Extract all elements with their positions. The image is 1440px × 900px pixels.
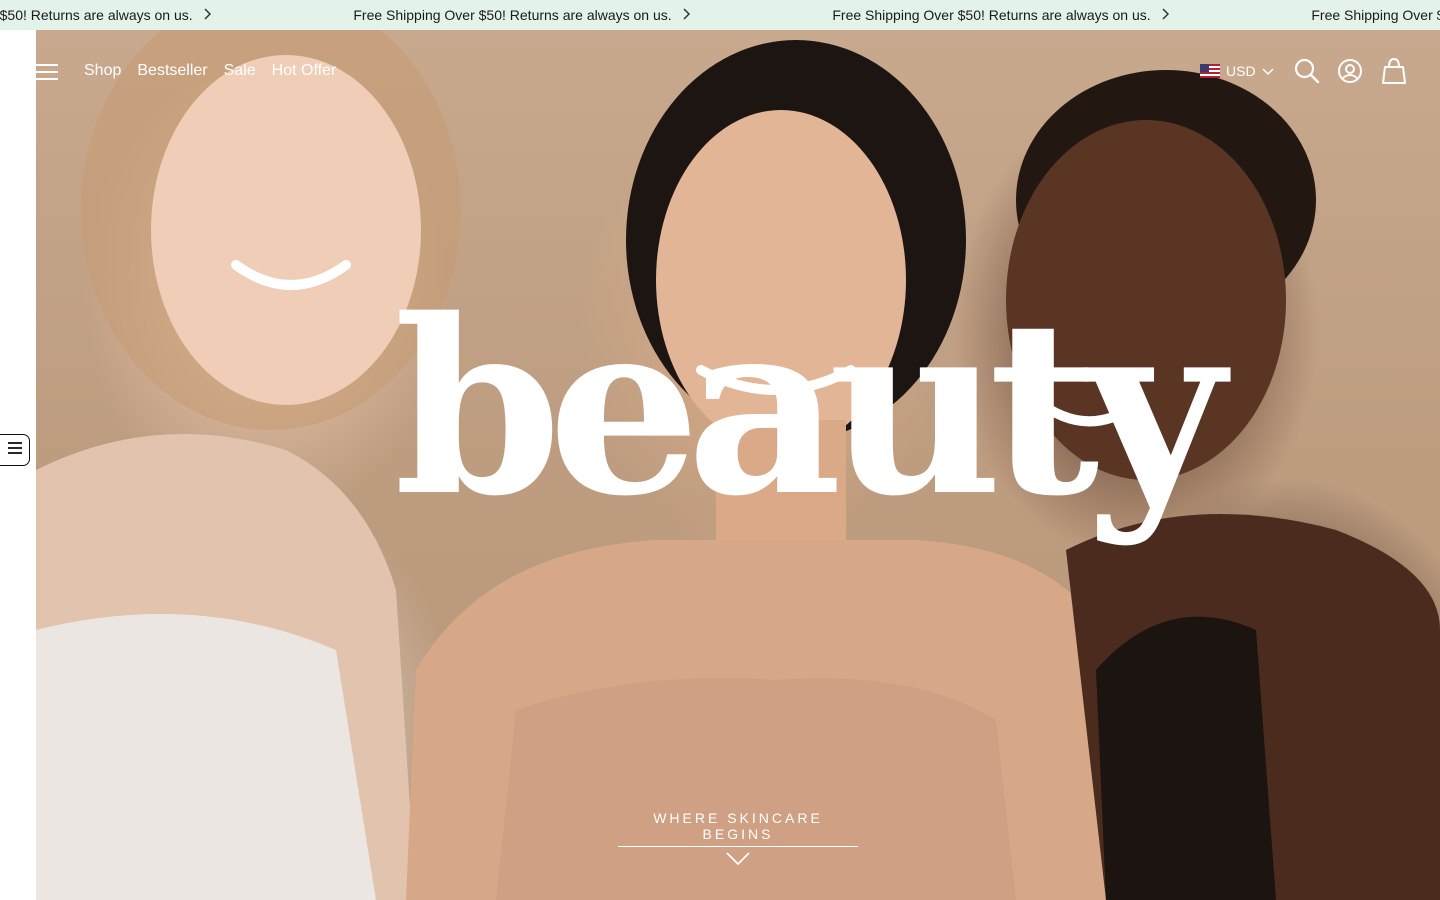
announcement-item[interactable]: Free Shipping Over $50! Returns are alwa… <box>761 0 1240 30</box>
hamburger-icon[interactable] <box>36 62 60 82</box>
hero-banner: Shop Bestseller Sale Hot Offer USD beaut… <box>36 30 1440 900</box>
announcement-bar: Free Shipping Over $50! Returns are alwa… <box>0 0 1440 30</box>
hero-headline: beauty <box>394 267 1225 549</box>
currency-selector[interactable]: USD <box>1200 60 1274 82</box>
announcement-track: Free Shipping Over $50! Returns are alwa… <box>0 0 1440 30</box>
announcement-item[interactable]: Free Shipping Over $50! Returns are alwa… <box>1240 0 1440 30</box>
chevron-right-icon <box>1161 7 1169 23</box>
us-flag-icon <box>1200 64 1220 78</box>
side-widget-button[interactable] <box>0 434 30 466</box>
account-icon[interactable] <box>1337 58 1363 84</box>
nav-bestseller[interactable]: Bestseller <box>137 60 207 82</box>
announcement-text: Free Shipping Over $50! Returns are alwa… <box>353 7 672 23</box>
announcement-item[interactable]: Free Shipping Over $50! Returns are alwa… <box>282 0 761 30</box>
announcement-text: Free Shipping Over $50! Returns are alwa… <box>0 7 193 23</box>
cart-icon[interactable] <box>1381 57 1407 84</box>
hero-tagline-link[interactable]: WHERE SKINCARE BEGINS <box>618 810 858 847</box>
main-nav: Shop Bestseller Sale Hot Offer <box>84 60 336 82</box>
announcement-text: Free Shipping Over $50! Returns are alwa… <box>1311 7 1440 23</box>
announcement-item[interactable]: Free Shipping Over $50! Returns are alwa… <box>0 0 282 30</box>
nav-shop[interactable]: Shop <box>84 60 121 82</box>
currency-code: USD <box>1226 63 1256 79</box>
announcement-text: Free Shipping Over $50! Returns are alwa… <box>832 7 1151 23</box>
nav-hot-offer[interactable]: Hot Offer <box>272 60 337 82</box>
search-icon[interactable] <box>1294 58 1320 84</box>
list-icon <box>7 441 23 460</box>
nav-sale[interactable]: Sale <box>224 60 256 82</box>
chevron-down-icon <box>1262 63 1274 79</box>
chevron-right-icon <box>203 7 211 23</box>
chevron-right-icon <box>682 7 690 23</box>
chevron-down-icon[interactable] <box>726 852 750 866</box>
